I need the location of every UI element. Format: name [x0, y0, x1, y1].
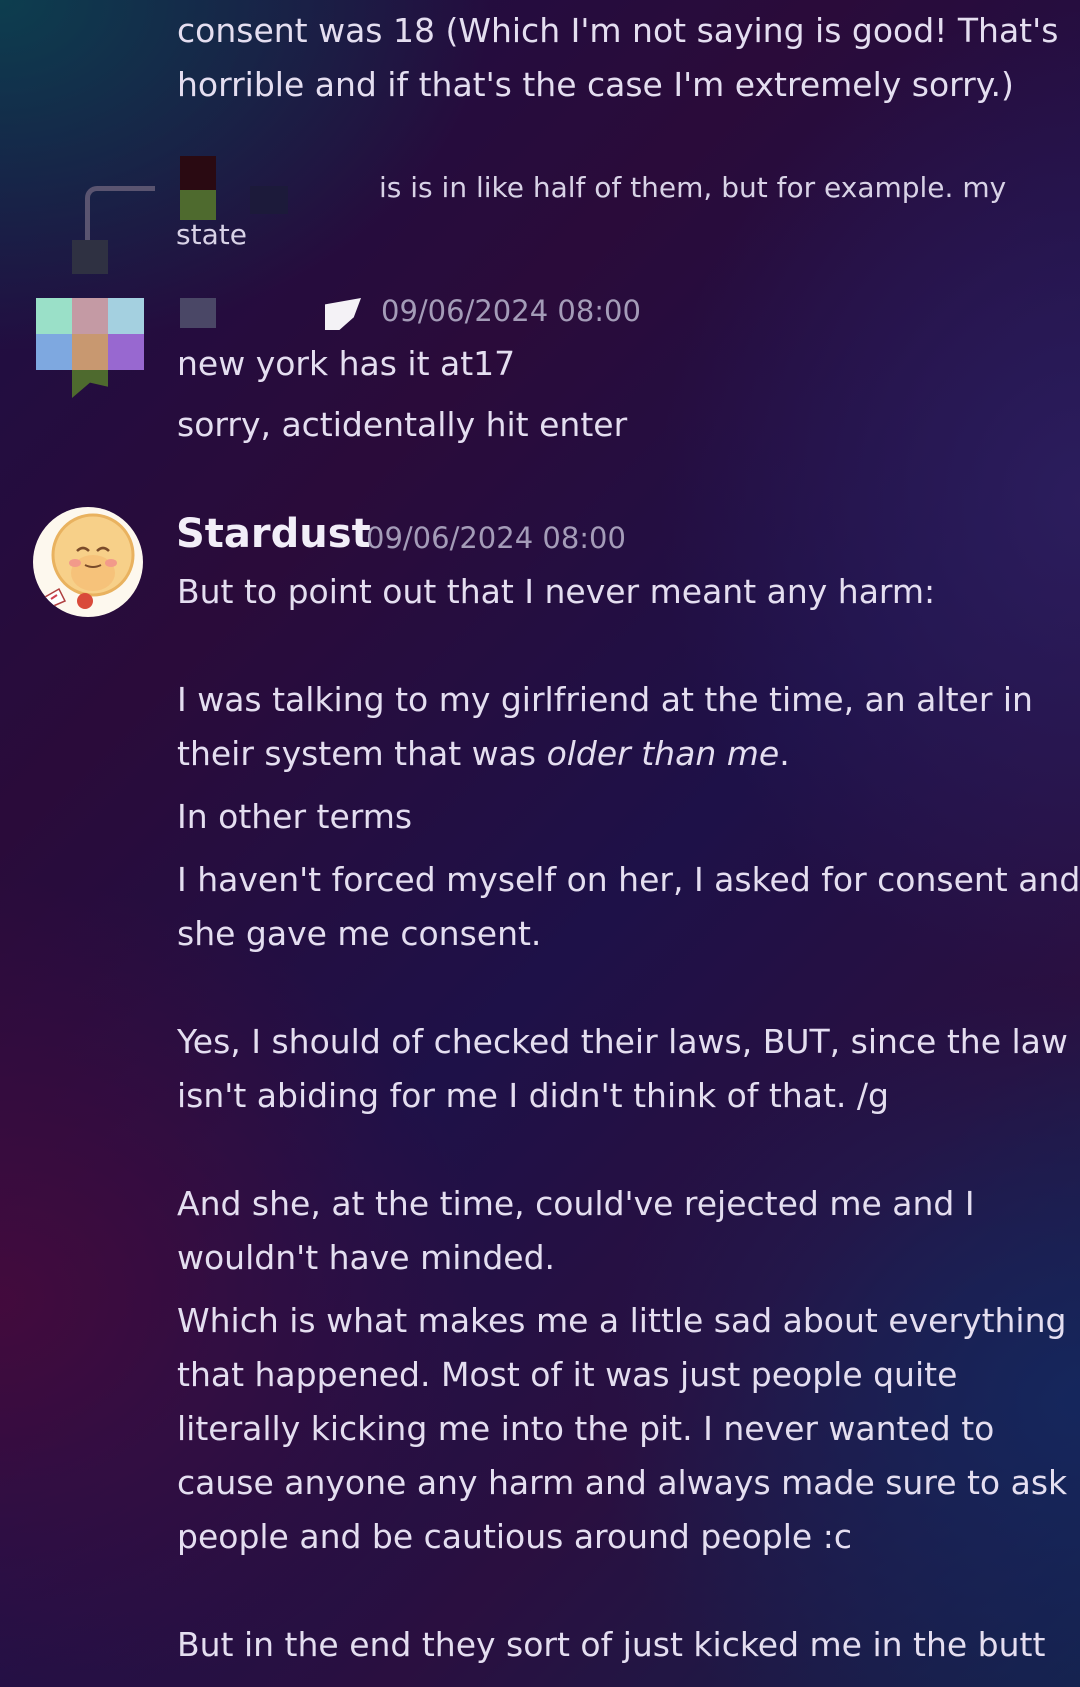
message-line: that happened. Most of it was just peopl… — [177, 1355, 958, 1394]
message-line: But to point out that I never meant any … — [177, 572, 936, 611]
reply-preview-text[interactable]: is is in like half of them, but for exam… — [379, 171, 1006, 204]
message-line: she gave me consent. — [177, 914, 542, 953]
message-italic-text: older than me — [546, 734, 780, 773]
message-text: their system that was — [177, 734, 547, 773]
message-line: Which is what makes me a little sad abou… — [177, 1301, 1067, 1340]
message-line: literally kicking me into the pit. I nev… — [177, 1409, 995, 1448]
message-line: consent was 18 (Which I'm not saying is … — [177, 11, 1059, 50]
message-line: Yes, I should of checked their laws, BUT… — [177, 1022, 1068, 1061]
redacted-avatar[interactable] — [36, 298, 144, 370]
redacted-username[interactable] — [325, 298, 361, 330]
message-line: But in the end they sort of just kicked … — [177, 1625, 1046, 1664]
message-line: people and be cautious around people :c — [177, 1517, 852, 1556]
message-line: I was talking to my girlfriend at the ti… — [177, 680, 1033, 719]
message-line: horrible and if that's the case I'm extr… — [177, 65, 1014, 104]
message-line: new york has it at17 — [177, 344, 516, 383]
message-timestamp: 09/06/2024 08:00 — [366, 521, 626, 555]
redacted-reply-avatar — [180, 190, 216, 220]
redacted-reply-username[interactable] — [250, 186, 288, 214]
avatar-icon — [43, 513, 135, 609]
redacted-avatar-strip — [72, 240, 108, 274]
avatar[interactable] — [33, 507, 143, 617]
message-line: I haven't forced myself on her, I asked … — [177, 860, 1080, 899]
reply-preview-text[interactable]: state — [176, 218, 247, 251]
message-line: In other terms — [177, 797, 413, 836]
message-line: wouldn't have minded. — [177, 1238, 556, 1277]
message-line: isn't abiding for me I didn't think of t… — [177, 1076, 889, 1115]
message-timestamp: 09/06/2024 08:00 — [381, 294, 641, 328]
message-username[interactable]: Stardust — [176, 511, 371, 557]
message-line: their system that was older than me. — [177, 727, 1057, 781]
redacted-username[interactable] — [180, 298, 216, 328]
message-line: sorry, actidentally hit enter — [177, 405, 628, 444]
message-line: cause anyone any harm and always made su… — [177, 1463, 1068, 1502]
message-line: And she, at the time, could've rejected … — [177, 1184, 975, 1223]
message-text: . — [779, 734, 790, 773]
redacted-avatar-strip — [72, 370, 108, 398]
redacted-reply-avatar — [180, 156, 216, 190]
